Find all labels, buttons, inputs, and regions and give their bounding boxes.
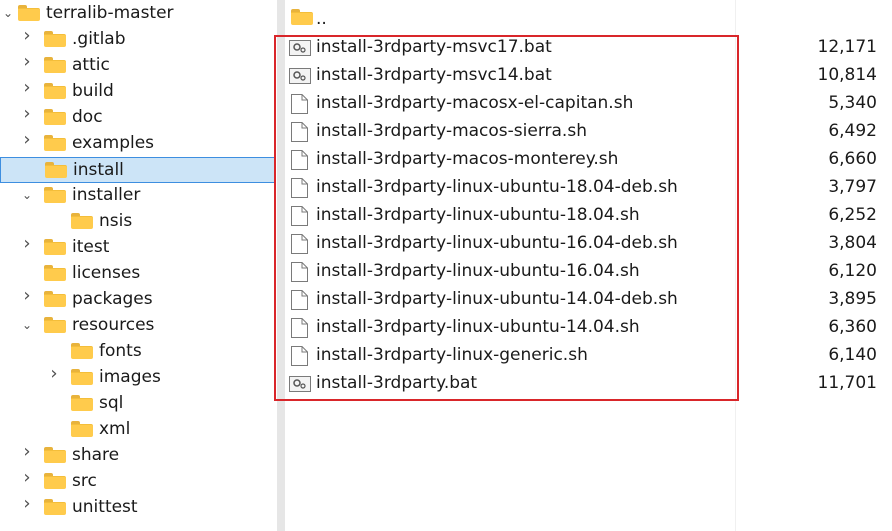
chevron-down-icon[interactable]: ⌄ bbox=[20, 188, 34, 202]
tree-root-item[interactable]: ⌄ terralib-master bbox=[0, 1, 276, 27]
tree-item-label: doc bbox=[72, 107, 103, 127]
folder-icon bbox=[44, 291, 66, 307]
folder-icon bbox=[44, 499, 66, 515]
file-size: 6,252 bbox=[828, 205, 877, 225]
folder-icon bbox=[44, 317, 66, 333]
tree-item-label: src bbox=[72, 471, 97, 491]
chevron-right-icon[interactable]: › bbox=[20, 27, 34, 45]
chevron-right-icon[interactable]: › bbox=[20, 235, 34, 253]
tree-item-label: installer bbox=[72, 185, 141, 205]
tree-item-build[interactable]: › build bbox=[0, 79, 276, 105]
chevron-down-icon[interactable]: ⌄ bbox=[20, 318, 34, 332]
tree-item-gitlab[interactable]: › .gitlab bbox=[0, 27, 276, 53]
tree-item-images[interactable]: › images bbox=[0, 365, 276, 391]
tree-item-label: terralib-master bbox=[46, 3, 174, 23]
file-name: .. bbox=[316, 9, 327, 29]
folder-tree: ⌄ terralib-master › .gitlab › attic › build › d… bbox=[0, 0, 276, 531]
folder-icon bbox=[44, 265, 66, 281]
file-size: 6,360 bbox=[828, 317, 877, 337]
tree-item-label: nsis bbox=[99, 211, 133, 231]
chevron-right-icon[interactable]: › bbox=[20, 287, 34, 305]
file-size: 10,814 bbox=[817, 65, 877, 85]
chevron-right-icon[interactable]: › bbox=[47, 365, 61, 383]
folder-icon bbox=[291, 9, 313, 25]
chevron-down-icon[interactable]: ⌄ bbox=[1, 6, 15, 20]
chevron-right-icon[interactable]: › bbox=[20, 105, 34, 123]
tree-item-licenses[interactable]: licenses bbox=[0, 261, 276, 287]
tree-item-nsis[interactable]: nsis bbox=[0, 209, 276, 235]
folder-icon bbox=[45, 162, 67, 178]
tree-item-doc[interactable]: › doc bbox=[0, 105, 276, 131]
tree-item-label: install bbox=[73, 160, 124, 180]
file-size: 12,171 bbox=[817, 37, 877, 57]
chevron-right-icon[interactable]: › bbox=[20, 131, 34, 149]
tree-item-packages[interactable]: › packages bbox=[0, 287, 276, 313]
file-size: 3,895 bbox=[828, 289, 877, 309]
tree-item-examples[interactable]: › examples bbox=[0, 131, 276, 157]
file-size: 5,340 bbox=[828, 93, 877, 113]
chevron-right-icon[interactable]: › bbox=[20, 469, 34, 487]
tree-item-label: fonts bbox=[99, 341, 142, 361]
tree-item-label: images bbox=[99, 367, 161, 387]
file-size: 6,120 bbox=[828, 261, 877, 281]
tree-item-label: .gitlab bbox=[72, 29, 126, 49]
tree-item-label: build bbox=[72, 81, 114, 101]
folder-icon bbox=[71, 343, 93, 359]
file-size: 6,492 bbox=[828, 121, 877, 141]
tree-item-attic[interactable]: › attic bbox=[0, 53, 276, 79]
chevron-right-icon[interactable]: › bbox=[20, 53, 34, 71]
folder-icon bbox=[44, 187, 66, 203]
tree-item-src[interactable]: › src bbox=[0, 469, 276, 495]
tree-item-label: examples bbox=[72, 133, 155, 153]
folder-icon bbox=[18, 5, 40, 21]
tree-item-label: licenses bbox=[72, 263, 141, 283]
tree-item-label: unittest bbox=[72, 497, 138, 517]
tree-item-unittest[interactable]: › unittest bbox=[0, 495, 276, 521]
tree-item-label: resources bbox=[72, 315, 155, 335]
folder-icon bbox=[71, 421, 93, 437]
folder-icon bbox=[44, 135, 66, 151]
tree-item-sql[interactable]: sql bbox=[0, 391, 276, 417]
tree-item-label: itest bbox=[72, 237, 110, 257]
folder-icon bbox=[44, 83, 66, 99]
tree-item-itest[interactable]: › itest bbox=[0, 235, 276, 261]
tree-item-share[interactable]: › share bbox=[0, 443, 276, 469]
tree-item-install[interactable]: install bbox=[0, 157, 276, 183]
tree-item-label: share bbox=[72, 445, 120, 465]
folder-icon bbox=[44, 57, 66, 73]
file-size: 3,797 bbox=[828, 177, 877, 197]
tree-item-xml[interactable]: xml bbox=[0, 417, 276, 443]
folder-icon bbox=[44, 447, 66, 463]
chevron-right-icon[interactable]: › bbox=[20, 495, 34, 513]
folder-icon bbox=[71, 395, 93, 411]
folder-icon bbox=[44, 473, 66, 489]
folder-icon bbox=[44, 31, 66, 47]
tree-item-resources[interactable]: ⌄ resources bbox=[0, 313, 276, 339]
tree-item-installer[interactable]: ⌄ installer bbox=[0, 183, 276, 209]
tree-item-label: xml bbox=[99, 419, 131, 439]
tree-item-label: attic bbox=[72, 55, 110, 75]
tree-item-fonts[interactable]: fonts bbox=[0, 339, 276, 365]
file-size: 6,660 bbox=[828, 149, 877, 169]
file-size: 6,140 bbox=[828, 345, 877, 365]
folder-icon bbox=[44, 109, 66, 125]
file-size: 11,701 bbox=[817, 373, 877, 393]
parent-folder-row[interactable]: .. bbox=[285, 5, 885, 33]
folder-icon bbox=[71, 213, 93, 229]
tree-item-label: sql bbox=[99, 393, 124, 413]
highlight-box bbox=[274, 35, 739, 401]
folder-icon bbox=[71, 369, 93, 385]
folder-icon bbox=[44, 239, 66, 255]
tree-item-label: packages bbox=[72, 289, 153, 309]
file-size: 3,804 bbox=[828, 233, 877, 253]
chevron-right-icon[interactable]: › bbox=[20, 79, 34, 97]
chevron-right-icon[interactable]: › bbox=[20, 443, 34, 461]
